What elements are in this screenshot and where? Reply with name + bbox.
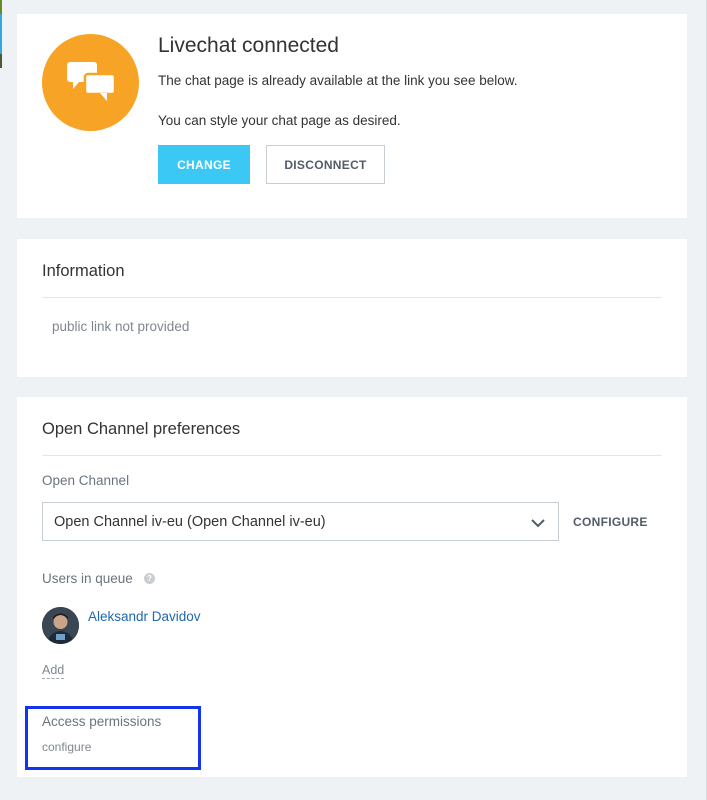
users-in-queue-label: Users in queue [42,571,133,586]
chevron-down-icon [531,519,545,528]
open-channel-label: Open Channel [42,473,130,488]
open-channel-title: Open Channel preferences [42,420,241,438]
information-card: Information public link not provided [17,239,687,377]
style-description: You can style your chat page as desired. [158,113,401,128]
connection-card: Livechat connected The chat page is alre… [17,14,687,218]
access-permissions-label: Access permissions [42,714,162,729]
change-button[interactable]: CHANGE [158,145,250,184]
section-divider [42,455,662,456]
section-divider [42,297,662,298]
open-channel-select[interactable]: Open Channel iv-eu (Open Channel iv-eu) [42,502,559,541]
add-user-link[interactable]: Add [42,663,65,679]
user-avatar-image [42,607,79,644]
public-link-status: public link not provided [52,319,190,334]
configure-channel-button[interactable]: CONFIGURE [573,515,648,529]
disconnect-button[interactable]: DISCONNECT [266,145,385,184]
help-icon[interactable]: ? [144,573,155,584]
open-channel-card: Open Channel preferences Open Channel Op… [17,397,687,777]
left-edge-blue [0,14,2,54]
chat-bubbles-glyph [66,61,116,101]
avatar [42,607,79,644]
queue-user-name[interactable]: Aleksandr Davidov [88,609,201,624]
page-title: Livechat connected [158,34,339,57]
open-channel-selected-value: Open Channel iv-eu (Open Channel iv-eu) [54,514,326,530]
chat-bubbles-icon [42,34,139,131]
information-title: Information [42,262,125,280]
status-description: The chat page is already available at th… [158,73,518,88]
left-edge-green [0,0,2,14]
left-edge-dark [0,54,2,68]
configure-permissions-link[interactable]: configure [42,740,91,754]
